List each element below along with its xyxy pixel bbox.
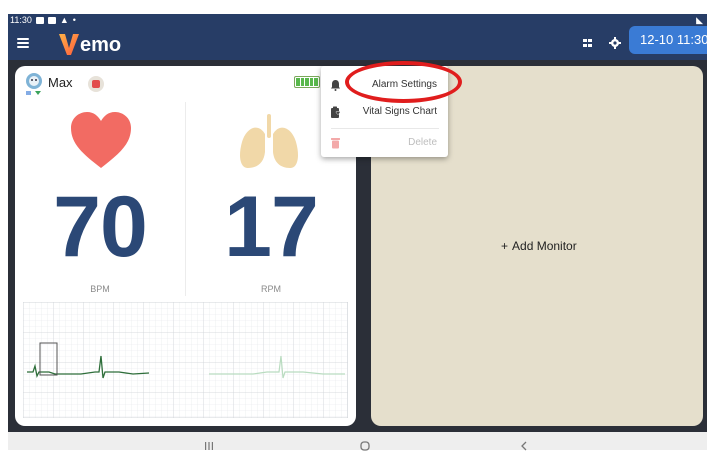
highlight-ring — [345, 61, 462, 103]
respiration-rate-value: 17 — [224, 179, 319, 275]
menu-item-vital-signs-chart[interactable]: Vital Signs Chart — [321, 100, 448, 124]
gallery-icon — [35, 16, 44, 24]
notification-icon — [47, 16, 56, 24]
respiration-rate-unit: RPM — [261, 284, 281, 294]
status-left: 11:30 ▲ • — [10, 15, 76, 25]
patient-avatar-icon — [26, 73, 42, 95]
system-navigation-bar — [8, 432, 707, 451]
add-monitor-label: Add Monitor — [512, 239, 577, 253]
heart-icon — [71, 112, 131, 168]
app-logo: emo — [58, 30, 121, 56]
recents-icon[interactable] — [204, 442, 214, 450]
app-bar: emo 12-10 11:30 — [8, 26, 707, 60]
bell-icon — [331, 80, 340, 91]
dot-icon: • — [72, 15, 76, 25]
clipboard-heart-icon — [331, 106, 341, 118]
layout-grid-icon[interactable] — [583, 39, 592, 47]
ecg-waveform — [23, 302, 348, 418]
menu-separator — [331, 128, 439, 129]
heart-rate-panel: 70 BPM — [15, 102, 185, 296]
heart-rate-value: 70 — [53, 179, 148, 275]
logo-wordmark: emo — [80, 34, 122, 56]
patient-monitor-card[interactable]: Max 70 BPM 17 RPM — [15, 66, 356, 426]
stop-icon — [92, 80, 100, 88]
add-monitor-button[interactable]: + Add Monitor — [501, 239, 577, 253]
gear-icon[interactable] — [609, 37, 621, 49]
menu-item-label: Delete — [408, 137, 437, 148]
system-status-bar: 11:30 ▲ • ◣ — [8, 14, 707, 26]
trash-icon — [331, 138, 340, 149]
clock-display: 12-10 11:30 — [629, 26, 707, 54]
stop-recording-button[interactable] — [88, 76, 104, 92]
patient-name: Max — [48, 75, 73, 90]
heart-rate-unit: BPM — [90, 284, 110, 294]
plus-icon: + — [501, 239, 509, 253]
battery-icon — [294, 76, 323, 88]
menu-item-label: Vital Signs Chart — [362, 106, 437, 117]
logo-v-icon — [59, 34, 79, 55]
signal-icon: ◣ — [696, 15, 703, 25]
menu-item-delete[interactable]: Delete — [321, 131, 448, 155]
lungs-icon — [240, 114, 298, 168]
status-time: 11:30 — [10, 15, 32, 25]
hamburger-menu-icon[interactable] — [17, 38, 29, 48]
vitals-row: 70 BPM 17 RPM — [15, 102, 356, 296]
warning-icon: ▲ — [59, 15, 69, 25]
